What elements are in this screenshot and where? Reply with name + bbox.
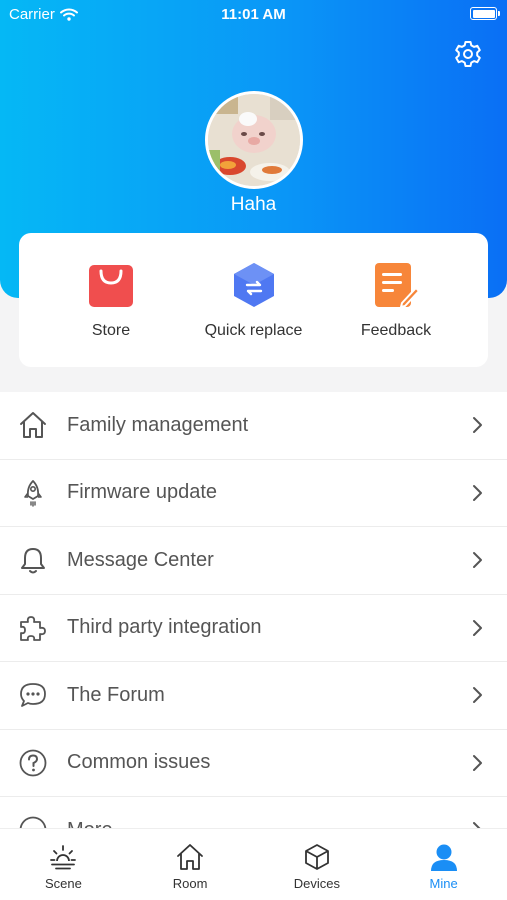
chevron-right-icon — [473, 822, 481, 828]
feedback-button[interactable]: Feedback — [326, 233, 466, 367]
menu-item-more[interactable]: More — [0, 797, 507, 828]
quick-replace-label: Quick replace — [204, 322, 303, 339]
chevron-right-icon — [473, 687, 482, 704]
shopping-bag-icon — [89, 265, 133, 307]
menu-item-label: More — [67, 819, 467, 828]
menu-item-the-forum[interactable]: The Forum — [0, 662, 507, 730]
menu-item-firmware-update[interactable]: Firmware update — [0, 460, 507, 527]
menu-item-message-center[interactable]: Message Center — [0, 527, 507, 595]
question-icon — [19, 749, 47, 777]
settings-button[interactable] — [450, 36, 486, 72]
menu-item-third-party-integration[interactable]: Third party integration — [0, 595, 507, 662]
chevron-right-icon — [473, 754, 482, 771]
tab-devices[interactable]: Devices — [254, 829, 381, 900]
avatar[interactable] — [205, 91, 303, 189]
cube-icon — [304, 844, 329, 870]
menu-item-label: Common issues — [67, 751, 211, 774]
menu-item-label: Family management — [67, 413, 249, 436]
home-icon — [20, 412, 46, 439]
tab-label: Scene — [44, 876, 82, 891]
quick-actions-card: Store Quick replace Feedback — [19, 233, 488, 367]
puzzle-icon — [20, 615, 46, 641]
status-time: 11:01 AM — [221, 6, 286, 23]
avatar-photo — [208, 94, 300, 186]
tab-label: Room — [172, 876, 208, 891]
store-label: Store — [91, 322, 131, 339]
chevron-right-icon — [473, 484, 482, 501]
settings-menu-list: Family management Firmware update Messag… — [0, 392, 507, 828]
feedback-edit-icon — [375, 263, 420, 309]
username: Haha — [230, 194, 277, 215]
battery-icon — [470, 7, 500, 20]
menu-item-family-management[interactable]: Family management — [0, 392, 507, 460]
chat-bubble-icon — [20, 683, 46, 708]
feedback-label: Feedback — [360, 322, 432, 339]
chevron-right-icon — [473, 417, 482, 434]
person-icon — [430, 844, 457, 871]
sunrise-icon — [50, 845, 77, 870]
more-icon — [19, 816, 47, 828]
status-bar: Carrier 11:01 AM — [0, 0, 507, 30]
tab-mine[interactable]: Mine — [380, 829, 507, 900]
quick-replace-button[interactable]: Quick replace — [184, 233, 324, 367]
store-button[interactable]: Store — [41, 233, 181, 367]
menu-item-label: Message Center — [67, 548, 214, 571]
chevron-right-icon — [473, 552, 482, 569]
menu-item-label: Firmware update — [67, 481, 218, 504]
home-icon — [177, 844, 204, 870]
replace-cube-icon — [233, 263, 274, 307]
tab-room[interactable]: Room — [127, 829, 254, 900]
rocket-icon — [24, 479, 42, 507]
gear-icon — [455, 41, 481, 67]
bell-icon — [21, 548, 45, 574]
tab-scene[interactable]: Scene — [0, 829, 127, 900]
bottom-tab-bar: Scene Room Devices Mine — [0, 828, 507, 900]
menu-item-common-issues[interactable]: Common issues — [0, 730, 507, 797]
chevron-right-icon — [473, 619, 482, 636]
menu-item-label: The Forum — [67, 683, 165, 706]
menu-item-label: Third party integration — [67, 616, 262, 639]
tab-label: Devices — [293, 876, 340, 891]
tab-label: Mine — [429, 876, 458, 891]
